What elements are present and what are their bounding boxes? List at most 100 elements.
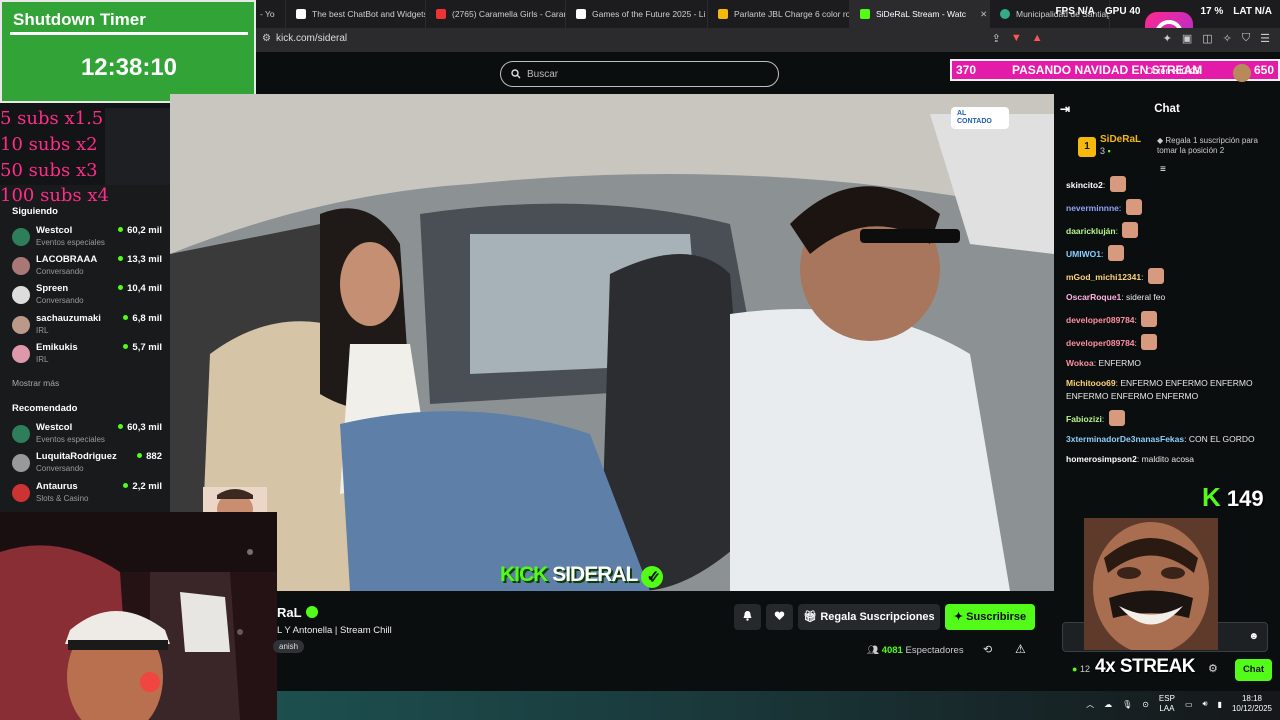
location-icon[interactable]: ⊙ bbox=[1142, 700, 1149, 709]
settings-icon[interactable]: ⚙ bbox=[1208, 662, 1218, 675]
volume-icon[interactable]: 🔊︎ bbox=[1203, 699, 1208, 709]
search-input[interactable]: Buscar bbox=[500, 61, 779, 87]
chat-username[interactable]: developer089784 bbox=[1066, 338, 1135, 348]
chat-separator: : bbox=[1134, 338, 1140, 348]
subscribe-button[interactable]: ✦ Suscribirse bbox=[945, 604, 1035, 630]
fps-value: N/A bbox=[1077, 6, 1095, 17]
browser-tab[interactable]: The best ChatBot and Widgets bbox=[286, 0, 426, 28]
leader-count: 3 ▪ bbox=[1100, 146, 1111, 156]
chat-username[interactable]: OscarRoque1 bbox=[1066, 292, 1121, 302]
share-icon[interactable]: ⟲ bbox=[983, 643, 992, 656]
network-icon[interactable]: ▭ bbox=[1185, 700, 1193, 709]
chat-separator: : bbox=[1118, 203, 1124, 213]
chat-separator: : bbox=[1100, 249, 1106, 259]
chat-username[interactable]: skincito2 bbox=[1066, 180, 1103, 190]
shutdown-timer-widget: Shutdown Timer 12:38:10 bbox=[0, 0, 256, 103]
url-field[interactable]: kick.com/sideral bbox=[276, 33, 347, 44]
chat-username[interactable]: Wokoa bbox=[1066, 358, 1094, 368]
mic-icon[interactable]: 🎙︎ bbox=[1122, 700, 1132, 709]
verified-icon: ✓ bbox=[641, 566, 664, 588]
chat-username[interactable]: neverminnne bbox=[1066, 203, 1119, 213]
chat-username[interactable]: UMIWO1 bbox=[1066, 249, 1101, 259]
info-icon: ◆ bbox=[1157, 136, 1164, 145]
leaderboard-note: ◆ Regala 1 suscripción para tomar la pos… bbox=[1157, 136, 1277, 156]
gift-subs-button[interactable]: 🎁︎ Regala Suscripciones bbox=[798, 604, 940, 630]
chat-username[interactable]: daarickluján bbox=[1066, 226, 1116, 236]
chat-username[interactable]: Michitooo69 bbox=[1066, 378, 1116, 388]
streamer-name[interactable]: RaL bbox=[277, 605, 318, 620]
language-indicator[interactable]: ESP LAA bbox=[1159, 694, 1175, 714]
sidebar-channel[interactable]: LuquitaRodriguez Conversando 882 bbox=[12, 451, 162, 477]
sidebar-channel[interactable]: Westcol Eventos especiales 60,2 mil bbox=[12, 225, 162, 251]
viewers-number: 4081 bbox=[881, 645, 903, 656]
chat-text: maldito acosa bbox=[1141, 454, 1195, 464]
sidebar-channel[interactable]: LACOBRAAA Conversando 13,3 mil bbox=[12, 254, 162, 280]
follow-button[interactable] bbox=[766, 604, 793, 630]
brave-shield-icon[interactable]: ▼ bbox=[1011, 32, 1022, 45]
video-player[interactable]: AL CONTADO KICK SIDERAL ✓ bbox=[170, 94, 1054, 591]
browser-tab[interactable]: Games of the Future 2025 - Li bbox=[566, 0, 708, 28]
browser-tab[interactable]: Parlante JBL Charge 6 color ro bbox=[708, 0, 850, 28]
sidebar-channel[interactable]: Emikukis IRL 5,7 mil bbox=[12, 342, 162, 368]
sidebar-icon[interactable]: ◫ bbox=[1202, 32, 1212, 45]
chat-username[interactable]: Fabiozizi bbox=[1066, 414, 1102, 424]
tab-favicon-icon bbox=[718, 9, 728, 19]
chat-username[interactable]: 3xterminadorDe3nanasFekas bbox=[1066, 434, 1184, 444]
lat-label: LAT bbox=[1233, 6, 1252, 17]
browser-tab[interactable]: - Yo bbox=[256, 0, 286, 28]
report-icon[interactable]: ⚠ bbox=[1015, 642, 1026, 656]
sidebar-channel[interactable]: Spreen Conversando 10,4 mil bbox=[12, 283, 162, 309]
close-icon[interactable]: ✕ bbox=[980, 9, 987, 20]
points-icon: ● bbox=[1072, 664, 1078, 674]
show-more-link[interactable]: Mostrar más bbox=[12, 378, 59, 388]
site-info-icon[interactable]: ⚙ bbox=[262, 33, 271, 44]
get-kicks-label[interactable]: Obtén KICKS bbox=[1146, 66, 1200, 76]
extensions-icon[interactable]: ✦ bbox=[1163, 32, 1172, 45]
stream-info-bar: RaL L Y Antonella | Stream Chill anish 🎁… bbox=[273, 591, 1054, 691]
tab-label: SiDeRaL Stream - Watc bbox=[876, 9, 967, 19]
channel-viewers: 6,8 mil bbox=[123, 313, 162, 324]
video-frame bbox=[170, 94, 1054, 591]
emote-picker-icon[interactable]: ☻ bbox=[1248, 631, 1259, 642]
channel-category: Eventos especiales bbox=[36, 435, 105, 444]
menu-icon[interactable]: ☰ bbox=[1260, 32, 1270, 45]
gpu-label: GPU bbox=[1104, 6, 1127, 17]
notification-bell-button[interactable] bbox=[734, 604, 761, 630]
collapse-chat-icon[interactable]: ⇥ bbox=[1060, 94, 1070, 124]
channel-points[interactable]: ● 12 bbox=[1072, 664, 1090, 674]
language-tag[interactable]: anish bbox=[273, 640, 305, 653]
clock[interactable]: 18:18 10/12/2025 bbox=[1232, 694, 1272, 714]
battery-icon[interactable]: ▮ bbox=[1218, 700, 1222, 709]
chevron-up-icon[interactable]: ︿ bbox=[1086, 699, 1094, 710]
emote-icon bbox=[1141, 311, 1158, 327]
cloud-icon[interactable]: ☁ bbox=[1104, 700, 1112, 709]
viewer-count: 👥︎ 4081 Espectadores bbox=[867, 645, 964, 656]
chat-message: developer089784: bbox=[1066, 334, 1272, 350]
sidebar-channel[interactable]: sachauzumaki IRL 6,8 mil bbox=[12, 313, 162, 339]
lang-bottom: LAA bbox=[1159, 704, 1175, 713]
browser-tab[interactable]: (2765) Caramella Girls - Caram bbox=[426, 0, 566, 28]
share-icon[interactable]: ⇪ bbox=[992, 32, 1001, 45]
browser-tab-active[interactable]: SiDeRaL Stream - Watc ✕ bbox=[850, 0, 990, 28]
send-chat-button[interactable]: Chat bbox=[1235, 659, 1272, 681]
filter-icon[interactable]: ≡ bbox=[1160, 164, 1166, 175]
leader-name[interactable]: SiDeRaL bbox=[1100, 134, 1141, 145]
guest-cam bbox=[203, 487, 267, 512]
camera-icon[interactable]: ▣ bbox=[1182, 32, 1192, 45]
chat-username[interactable]: homerosimpson2 bbox=[1066, 454, 1137, 464]
emote-icon bbox=[1107, 245, 1124, 261]
chat-messages: skincito2: neverminnne: daarickluján: UM… bbox=[1066, 176, 1272, 473]
leo-icon[interactable]: ✧ bbox=[1223, 32, 1232, 45]
chat-separator: : bbox=[1134, 315, 1140, 325]
sidebar-channel[interactable]: Antaurus Slots & Casino 2,2 mil bbox=[12, 481, 162, 507]
vpn-icon[interactable]: ⛉ bbox=[1242, 32, 1250, 45]
chat-message: Fabiozizi: bbox=[1066, 410, 1272, 426]
channel-viewers: 2,2 mil bbox=[123, 481, 162, 492]
rewards-icon[interactable]: ▲ bbox=[1032, 32, 1043, 45]
channel-viewers: 13,3 mil bbox=[118, 254, 162, 265]
chat-username[interactable]: developer089784 bbox=[1066, 315, 1135, 325]
chat-message: skincito2: bbox=[1066, 176, 1272, 192]
chat-username[interactable]: mGod_michi12341 bbox=[1066, 272, 1141, 282]
sidebar-channel[interactable]: Westcol Eventos especiales 60,3 mil bbox=[12, 422, 162, 448]
user-avatar[interactable] bbox=[1233, 64, 1251, 82]
